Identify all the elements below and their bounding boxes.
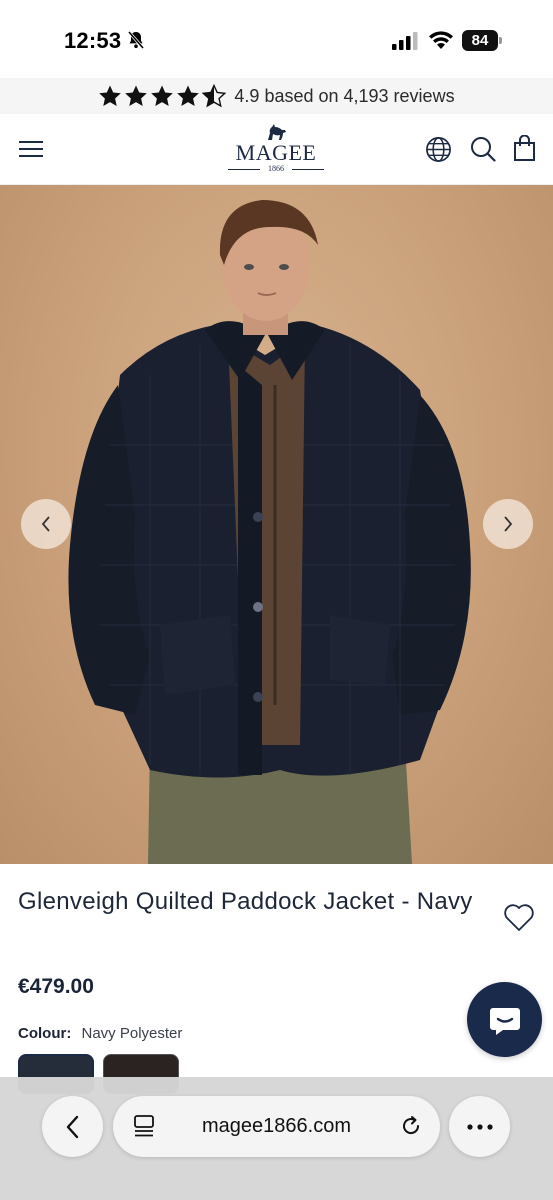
reviews-summary: 4.9 based on 4,193 reviews (234, 85, 455, 106)
star-icon (177, 85, 200, 106)
battery-level: 84 (462, 30, 498, 51)
product-price: €479.00 (18, 975, 94, 998)
product-title: Glenveigh Quilted Paddock Jacket - Navy (18, 888, 473, 915)
star-icon (151, 85, 174, 106)
chevron-left-icon (66, 1115, 78, 1138)
chat-bubble-icon (489, 1007, 520, 1035)
hound-logo-icon (268, 124, 286, 140)
status-bar: 12:53 84 (0, 0, 553, 78)
status-time: 12:53 (64, 28, 122, 53)
ellipsis-icon (466, 1123, 493, 1130)
chevron-left-icon (41, 516, 50, 532)
wifi-icon (429, 31, 453, 49)
rating-stars (98, 84, 227, 108)
site-header: MAGEE 1866 (0, 114, 553, 185)
battery-indicator: 84 (462, 30, 502, 51)
hamburger-menu-icon[interactable] (18, 138, 44, 160)
half-star-icon (202, 84, 227, 108)
reload-icon[interactable] (399, 1114, 423, 1138)
chat-button[interactable] (467, 982, 542, 1057)
browser-back-button[interactable] (42, 1096, 103, 1157)
carousel-prev-button[interactable] (21, 499, 71, 549)
colour-value: Navy Polyester (81, 1025, 183, 1042)
product-image[interactable] (0, 185, 553, 864)
reviews-banner[interactable]: 4.9 based on 4,193 reviews (0, 78, 553, 114)
search-icon[interactable] (470, 136, 496, 162)
star-icon (99, 85, 122, 106)
battery-tip (499, 37, 502, 44)
logo-year: 1866 (226, 164, 326, 174)
magee-logo[interactable]: MAGEE 1866 (226, 122, 326, 180)
colour-label: Colour: (18, 1025, 72, 1042)
carousel-next-button[interactable] (483, 499, 533, 549)
chevron-right-icon (504, 516, 513, 532)
colour-row: Colour: Navy Polyester (18, 1025, 182, 1042)
browser-toolbar: magee1866.com (0, 1077, 553, 1200)
globe-icon[interactable] (425, 136, 452, 163)
heart-icon[interactable] (503, 903, 535, 933)
cellular-signal-icon (392, 32, 418, 50)
url-text: magee1866.com (202, 1115, 351, 1137)
address-bar[interactable]: magee1866.com (113, 1096, 440, 1157)
model-jacket-illustration (68, 200, 471, 864)
bell-slash-icon (127, 31, 145, 49)
shopping-bag-icon[interactable] (513, 135, 536, 162)
browser-more-button[interactable] (449, 1096, 510, 1157)
star-icon (125, 85, 148, 106)
logo-wordmark: MAGEE (235, 140, 317, 165)
